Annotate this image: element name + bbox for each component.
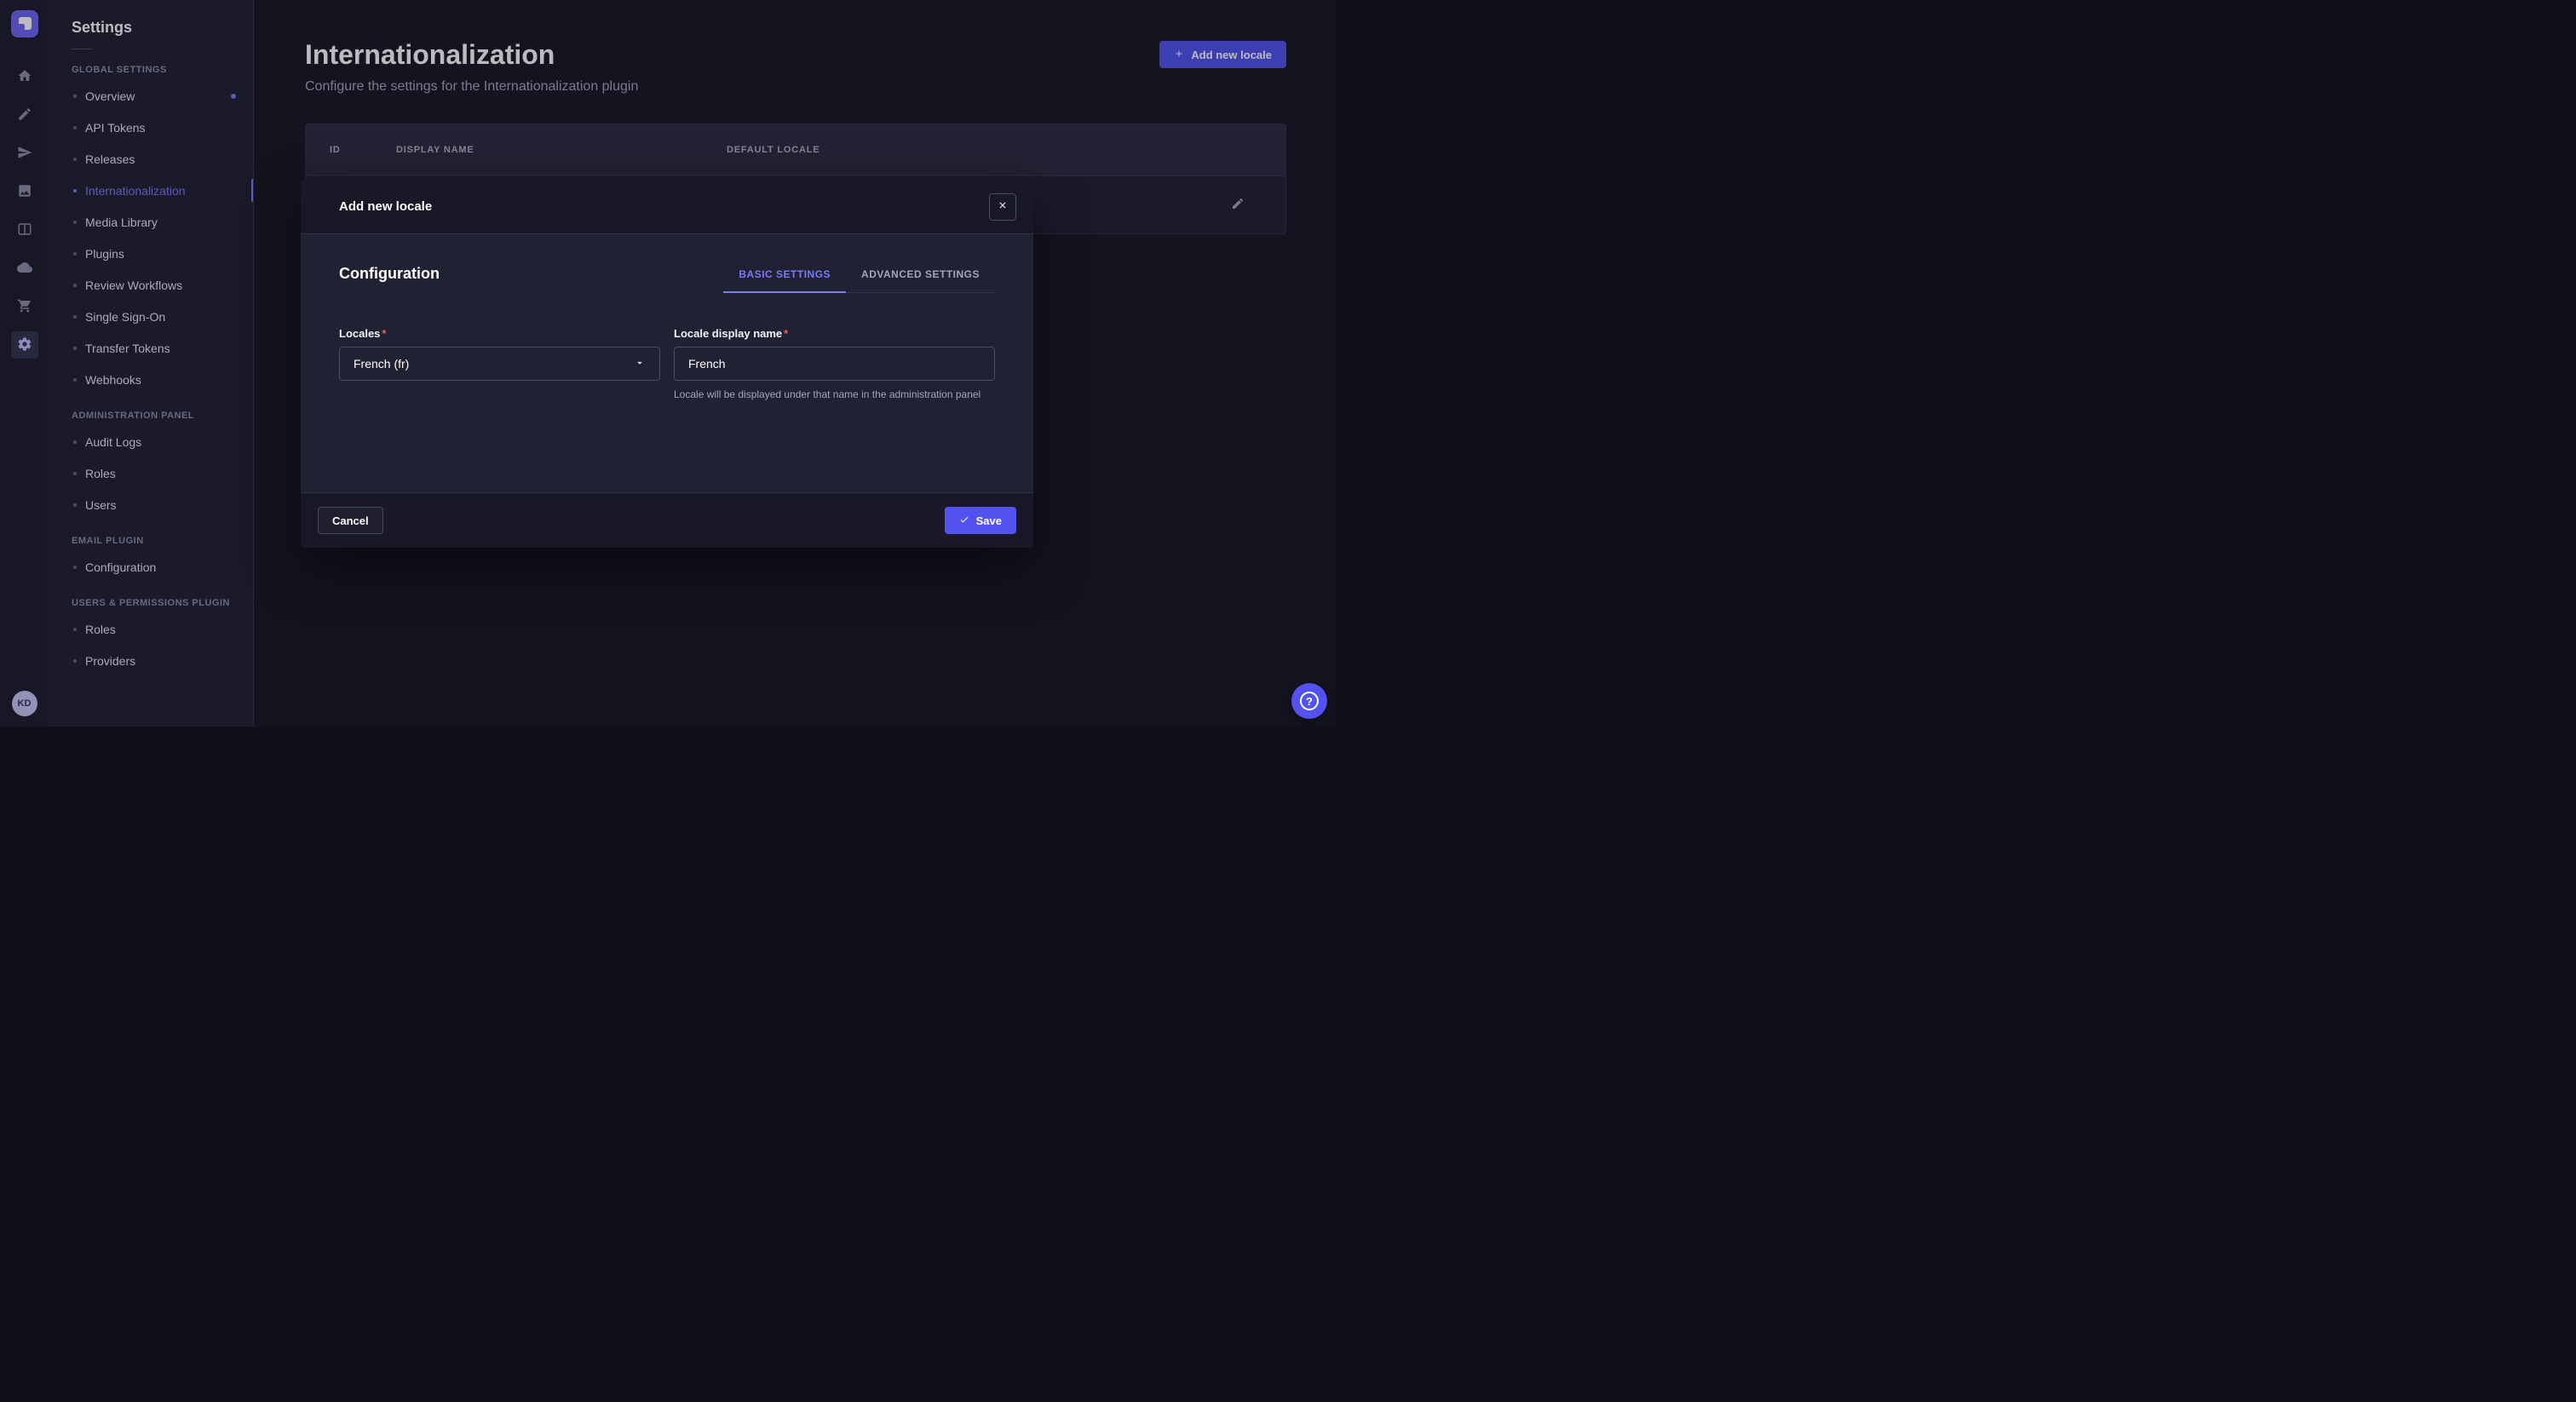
app-screen: KD Settings GLOBAL SETTINGS Overview API…: [0, 0, 1336, 727]
close-button[interactable]: [989, 193, 1016, 221]
add-locale-modal: Add new locale Configuration BASIC SETTI…: [301, 180, 1033, 548]
modal-header: Add new locale: [301, 180, 1033, 234]
tab-basic-settings[interactable]: BASIC SETTINGS: [723, 268, 846, 293]
question-mark-icon: ?: [1300, 692, 1319, 710]
close-icon: [998, 200, 1008, 213]
display-name-hint: Locale will be displayed under that name…: [674, 388, 995, 402]
locale-display-name-input[interactable]: [674, 347, 995, 381]
configuration-heading: Configuration: [339, 265, 440, 283]
save-button[interactable]: Save: [945, 507, 1016, 534]
check-icon: [959, 514, 969, 527]
locales-select[interactable]: French (fr): [339, 347, 660, 381]
modal-body: Configuration BASIC SETTINGS ADVANCED SE…: [301, 234, 1033, 492]
modal-body-header: Configuration BASIC SETTINGS ADVANCED SE…: [339, 265, 995, 293]
modal-title: Add new locale: [339, 199, 432, 214]
help-button[interactable]: ?: [1291, 683, 1327, 719]
required-asterisk: *: [784, 327, 788, 340]
locales-label: Locales*: [339, 327, 660, 340]
modal-tabs: BASIC SETTINGS ADVANCED SETTINGS: [723, 268, 995, 293]
locales-field: Locales* French (fr): [339, 327, 660, 402]
required-asterisk: *: [382, 327, 386, 340]
modal-footer: Cancel Save: [301, 492, 1033, 548]
chevron-down-icon: [634, 357, 646, 371]
display-name-field: Locale display name* Locale will be disp…: [674, 327, 995, 402]
cancel-button[interactable]: Cancel: [318, 507, 383, 534]
display-name-label: Locale display name*: [674, 327, 995, 340]
modal-form: Locales* French (fr) Locale display name…: [339, 327, 995, 402]
tab-advanced-settings[interactable]: ADVANCED SETTINGS: [846, 268, 995, 293]
